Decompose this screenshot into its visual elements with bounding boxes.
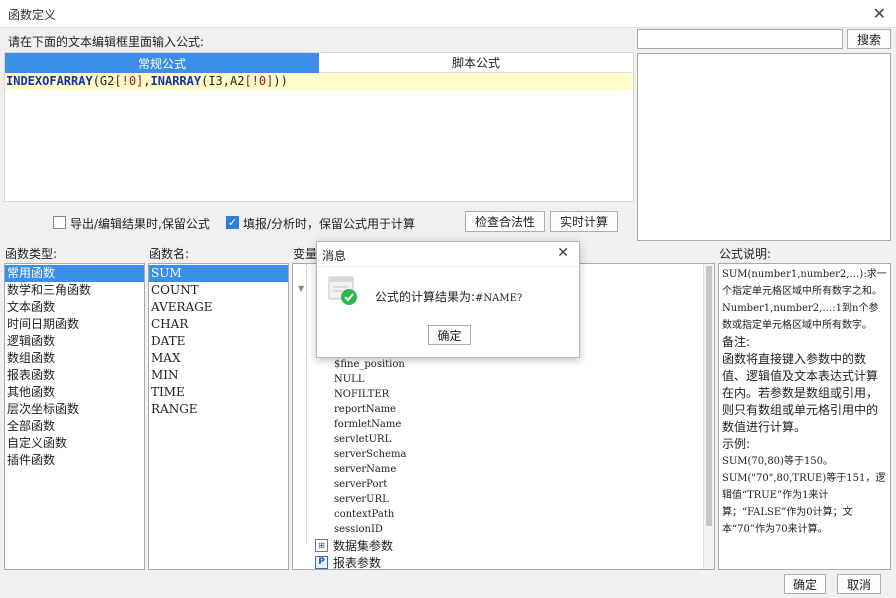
formula-token: )): [273, 74, 288, 88]
description-text: SUM(number1,number2,…):求一个指定单元格区域中所有数字之和…: [719, 264, 890, 540]
window-titlebar: 函数定义 ✕: [0, 0, 896, 28]
variable-item[interactable]: formletName: [334, 417, 406, 432]
formula-token: ,: [143, 74, 151, 88]
list-item[interactable]: MIN: [149, 367, 288, 384]
list-item[interactable]: MAX: [149, 350, 288, 367]
message-titlebar: 消息 ✕: [317, 242, 579, 267]
list-item[interactable]: DATE: [149, 333, 288, 350]
variable-item[interactable]: NULL: [334, 372, 406, 387]
variables-items: $fine_position NULL NOFILTER reportName form…: [334, 357, 406, 537]
formula-token: (G2: [92, 74, 115, 88]
tab-script-formula[interactable]: 脚本公式: [319, 53, 633, 73]
tree-item-report-params-label: 报表参数: [333, 556, 382, 570]
description-line: SUM(70,80)等于150。: [722, 456, 834, 467]
function-names-header: 函数名:: [149, 247, 190, 261]
variable-item[interactable]: sessionID: [334, 522, 406, 537]
list-item[interactable]: CHAR: [149, 316, 288, 333]
description-panel: SUM(number1,number2,…):求一个指定单元格区域中所有数字之和…: [718, 263, 891, 570]
list-item[interactable]: COUNT: [149, 282, 288, 299]
ok-button[interactable]: 确定: [784, 574, 826, 594]
list-item[interactable]: 时间日期函数: [5, 316, 144, 333]
message-text: 公式的计算结果为:#NAME?: [375, 288, 522, 305]
list-item[interactable]: 常用函数: [5, 265, 144, 282]
variable-item[interactable]: contextPath: [334, 507, 406, 522]
description-line: 函数将直接键入参数中的数值、逻辑值及文本表达式计算在内。若参数是数组或引用，则只…: [722, 352, 879, 434]
search-button[interactable]: 搜索: [847, 29, 891, 49]
editor-prompt: 请在下面的文本编辑框里面输入公式:: [8, 35, 205, 49]
message-dialog: 消息 ✕ 公式的计算结果为:#NAME? 确定: [316, 241, 580, 358]
keep-export-checkbox[interactable]: [53, 216, 66, 229]
search-results: [637, 53, 891, 241]
param-icon: P: [315, 556, 328, 569]
description-line: SUM("70",80,TRUE)等于151，逻辑值“TRUE”作为1来计算；“…: [722, 473, 886, 535]
success-icon: [328, 276, 358, 306]
list-item[interactable]: 数组函数: [5, 350, 144, 367]
window-title: 函数定义: [8, 8, 57, 22]
description-line: 示例:: [722, 437, 751, 451]
keep-export-label: 导出/编辑结果时,保留公式: [70, 217, 210, 231]
cancel-button[interactable]: 取消: [837, 574, 881, 594]
list-item[interactable]: 插件函数: [5, 452, 144, 469]
check-validity-button[interactable]: 检查合法性: [465, 211, 545, 232]
variables-header: 变量: [293, 247, 318, 261]
tab-regular-formula[interactable]: 常规公式: [5, 53, 319, 73]
description-line: SUM(number1,number2,…):求一个指定单元格区域中所有数字之和…: [722, 269, 887, 297]
list-item[interactable]: SUM: [149, 265, 288, 282]
search-input[interactable]: [637, 29, 843, 49]
list-item[interactable]: 报表函数: [5, 367, 144, 384]
formula-text[interactable]: INDEXOFARRAY(G2[!0],INARRAY(I3,A2[!0])): [5, 73, 633, 90]
formula-token: (I3,A2: [201, 74, 245, 88]
message-title: 消息: [322, 249, 347, 263]
formula-token: INDEXOFARRAY: [6, 74, 93, 88]
message-ok-button[interactable]: 确定: [428, 325, 471, 345]
variable-item[interactable]: NOFILTER: [334, 387, 406, 402]
variable-item[interactable]: serverPort: [334, 477, 406, 492]
message-label: 公式的计算结果为:: [375, 290, 476, 304]
variable-item[interactable]: serverSchema: [334, 447, 406, 462]
message-result: #NAME?: [475, 293, 523, 304]
tree-scrollbar[interactable]: [703, 264, 714, 569]
tree-collapse-icon[interactable]: ▼: [298, 284, 304, 293]
list-item[interactable]: 文本函数: [5, 299, 144, 316]
list-item[interactable]: TIME: [149, 384, 288, 401]
list-item[interactable]: 全部函数: [5, 418, 144, 435]
window-close-icon[interactable]: ✕: [873, 4, 886, 23]
tree-scrollbar-thumb[interactable]: [706, 266, 712, 526]
formula-token: [!0]: [114, 74, 144, 88]
variable-item[interactable]: servletURL: [334, 432, 406, 447]
tree-item-dataset[interactable]: ⊞ 数据集参数: [315, 537, 393, 554]
keep-fill-label: 填报/分析时，保留公式用于计算: [243, 217, 416, 231]
formula-token: INARRAY: [150, 74, 202, 88]
function-types-header: 函数类型:: [5, 247, 58, 261]
variable-item[interactable]: serverName: [334, 462, 406, 477]
function-types-list[interactable]: 常用函数 数学和三角函数 文本函数 时间日期函数 逻辑函数 数组函数 报表函数 其他函数 层次坐…: [4, 263, 145, 570]
variable-item[interactable]: serverURL: [334, 492, 406, 507]
description-line: Number1,number2,…:1到n个参数或指定单元格区域中所有数字。: [722, 303, 879, 331]
realtime-calc-button[interactable]: 实时计算: [550, 211, 618, 232]
dataset-icon: ⊞: [315, 539, 328, 552]
formula-token: [!0]: [244, 74, 274, 88]
list-item[interactable]: 其他函数: [5, 384, 144, 401]
description-header: 公式说明:: [719, 247, 772, 261]
keep-fill-checkbox[interactable]: ✓: [226, 216, 239, 229]
description-line: 备注:: [722, 335, 751, 349]
function-names-list[interactable]: SUM COUNT AVERAGE CHAR DATE MAX MIN TIME RANGE: [148, 263, 289, 570]
variable-item[interactable]: $fine_position: [334, 357, 406, 372]
list-item[interactable]: 逻辑函数: [5, 333, 144, 350]
list-item[interactable]: 自定义函数: [5, 435, 144, 452]
tree-item-report-params[interactable]: P 报表参数: [315, 554, 381, 571]
tree-item-dataset-label: 数据集参数: [333, 539, 394, 553]
variable-item[interactable]: reportName: [334, 402, 406, 417]
list-item[interactable]: 层次坐标函数: [5, 401, 144, 418]
list-item[interactable]: AVERAGE: [149, 299, 288, 316]
list-item[interactable]: RANGE: [149, 401, 288, 418]
list-item[interactable]: 数学和三角函数: [5, 282, 144, 299]
message-close-icon[interactable]: ✕: [557, 245, 569, 261]
